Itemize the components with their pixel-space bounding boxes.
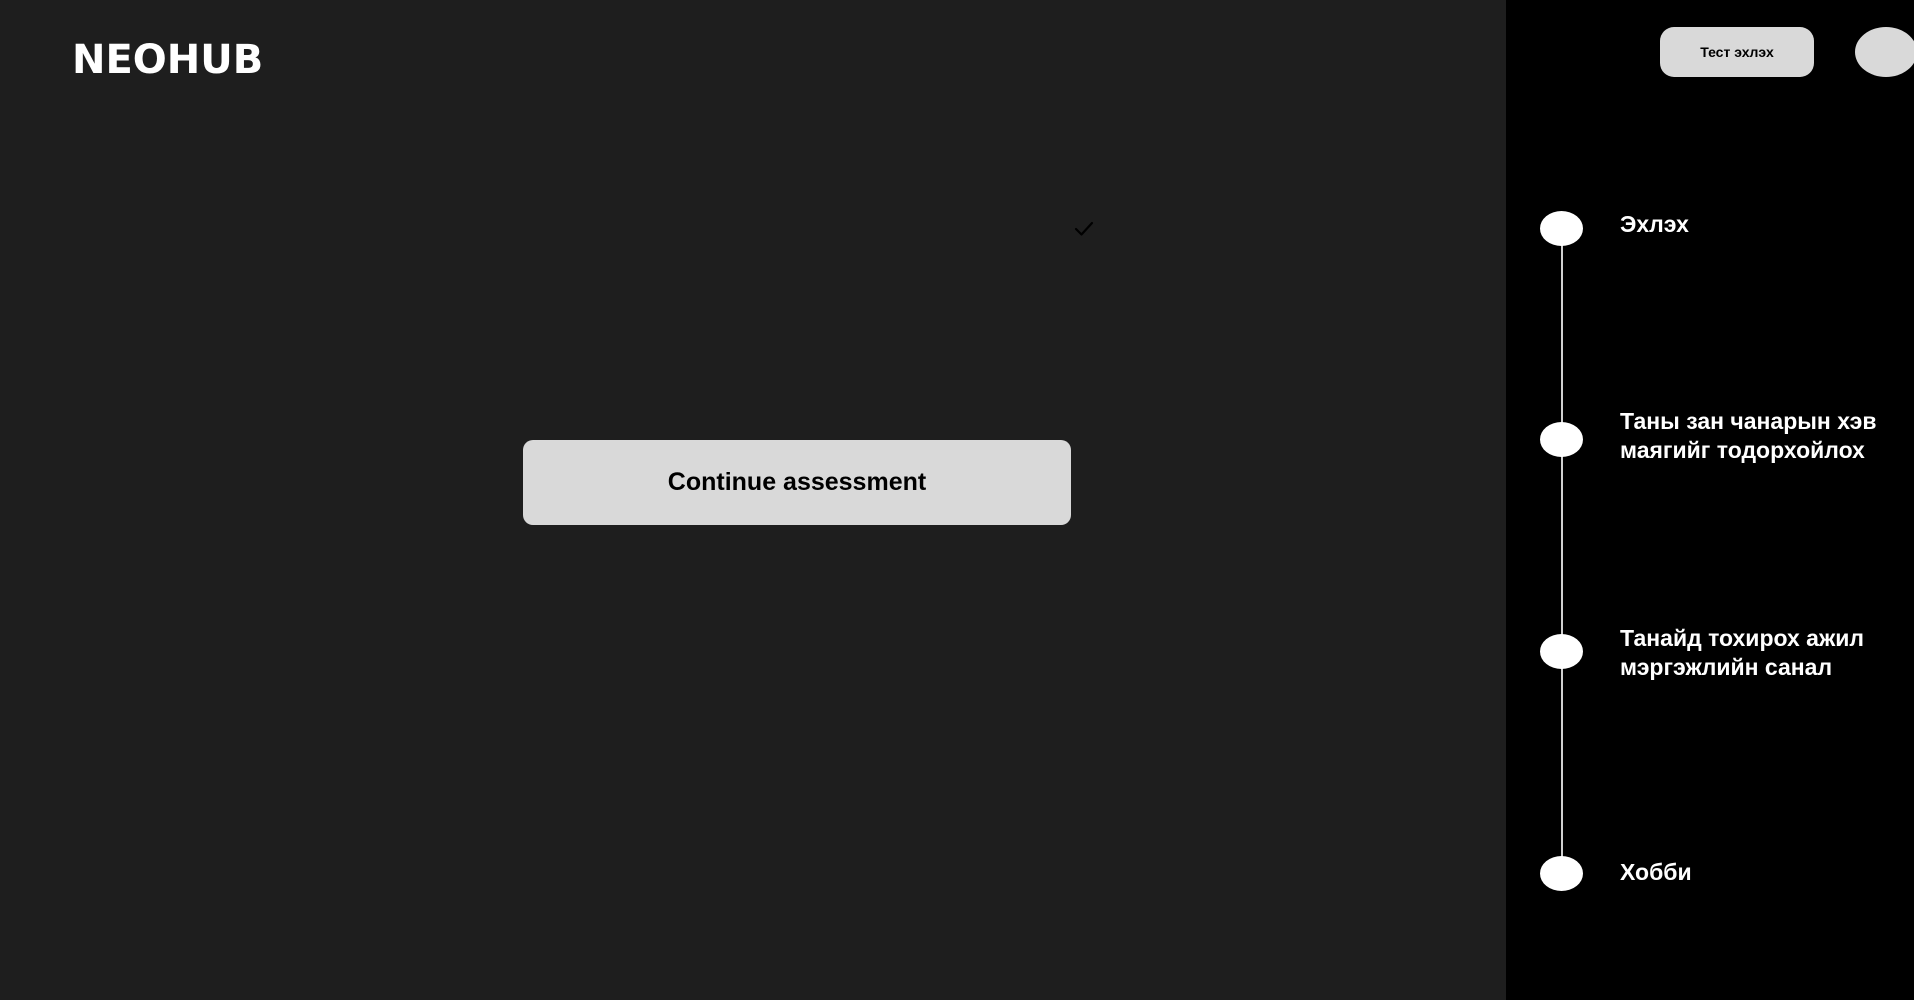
progress-sidebar: Тест эхлэх Эхлэх Таны зан чанарын хэв ма… xyxy=(1506,0,1914,1000)
timeline-line xyxy=(1561,228,1563,873)
page: NEOHUB Continue assessment Тест эхлэх Эх… xyxy=(0,0,1914,1000)
timeline-step-label: Таны зан чанарын хэв маягийг тодорхойлох xyxy=(1620,408,1877,463)
checkmark-icon xyxy=(1074,221,1094,236)
timeline-step-label: Танайд тохирох ажил мэргэжлийн санал xyxy=(1620,625,1865,680)
start-test-button[interactable]: Тест эхлэх xyxy=(1660,27,1814,77)
neohub-logo[interactable]: NEOHUB xyxy=(72,36,263,84)
timeline-step-label: Хобби xyxy=(1620,859,1692,885)
timeline-dot xyxy=(1540,211,1583,246)
avatar[interactable] xyxy=(1855,27,1914,77)
main-panel: NEOHUB Continue assessment xyxy=(0,0,1506,1000)
timeline-dot xyxy=(1540,856,1583,891)
timeline-step-label: Эхлэх xyxy=(1620,211,1689,237)
timeline-dot xyxy=(1540,634,1583,669)
timeline-dot xyxy=(1540,422,1583,457)
continue-assessment-button[interactable]: Continue assessment xyxy=(523,440,1071,525)
